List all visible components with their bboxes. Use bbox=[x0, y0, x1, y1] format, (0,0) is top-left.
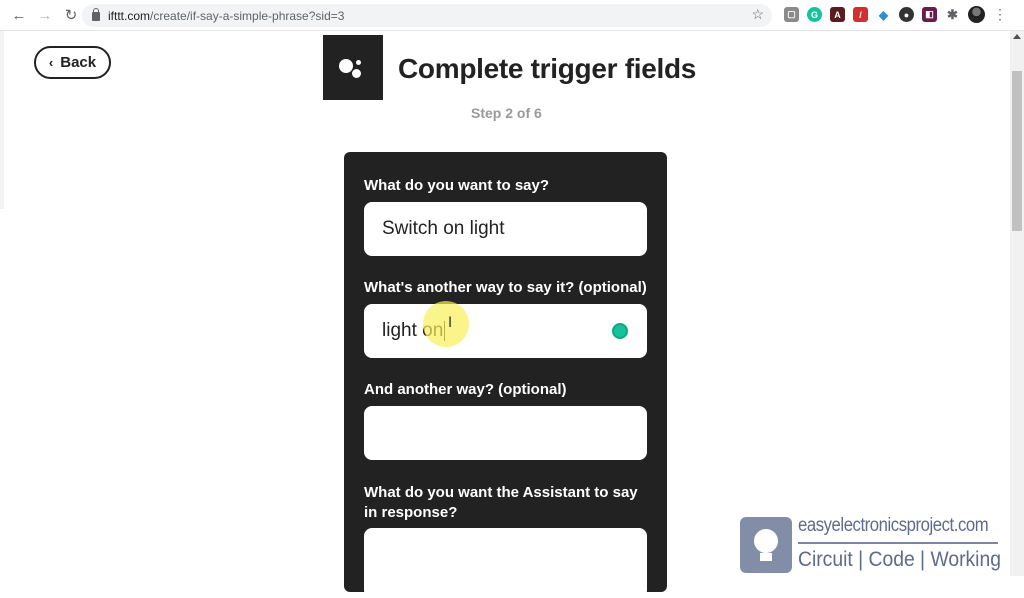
grammarly-extension-icon[interactable]: G bbox=[807, 7, 822, 22]
text-caret bbox=[444, 321, 446, 341]
google-assistant-logo bbox=[323, 35, 383, 100]
bookmark-star-icon[interactable]: ☆ bbox=[751, 6, 764, 23]
page-content: ‹ Back Complete trigger fields Step 2 of… bbox=[0, 31, 1010, 598]
phrase-input-value: Switch on light bbox=[382, 218, 505, 239]
dark-extension-icon[interactable]: ● bbox=[899, 7, 914, 22]
address-bar[interactable]: ifttt.com/create/if-say-a-simple-phrase?… bbox=[82, 4, 772, 27]
feedly-extension-icon[interactable]: ◆ bbox=[876, 7, 891, 22]
extensions-row: ▢ G A / ◆ ● ◧ ✱ ⋮ bbox=[784, 6, 1007, 23]
page-scrollbar[interactable] bbox=[1010, 31, 1024, 576]
lock-icon bbox=[92, 8, 100, 21]
alt-phrase-2-input[interactable] bbox=[364, 406, 647, 460]
text-cursor-icon: I bbox=[448, 315, 453, 331]
trigger-fields-form: What do you want to say? Switch on light… bbox=[344, 152, 667, 598]
logo-dot-medium bbox=[352, 69, 361, 78]
watermark-divider bbox=[798, 542, 998, 544]
field-label-alt-phrase: What's another way to say it? (optional) bbox=[364, 279, 647, 296]
field-label-response: What do you want the Assistant to say in… bbox=[364, 484, 638, 521]
left-edge-strip bbox=[0, 31, 4, 209]
watermark: easyelectronicsproject.com Circuit | Cod… bbox=[740, 515, 1010, 577]
back-button-label: Back bbox=[60, 54, 97, 71]
reload-icon[interactable]: ↻ bbox=[60, 4, 82, 26]
pdf-extension-icon[interactable]: / bbox=[853, 7, 868, 22]
field-label-alt-phrase-2: And another way? (optional) bbox=[364, 381, 567, 398]
logo-dot-large bbox=[339, 59, 353, 73]
browser-toolbar: ← → ↻ ifttt.com/create/if-say-a-simple-p… bbox=[0, 0, 1024, 31]
bulb-shape bbox=[754, 529, 778, 553]
url-path: /create/if-say-a-simple-phrase?sid=3 bbox=[150, 8, 345, 23]
url-host: ifttt.com bbox=[108, 8, 151, 23]
scroll-thumb[interactable] bbox=[1012, 71, 1022, 231]
purple-extension-icon[interactable]: ◧ bbox=[922, 7, 937, 22]
field-label-phrase: What do you want to say? bbox=[364, 177, 550, 194]
alt-phrase-input-value: light on bbox=[382, 320, 444, 341]
scroll-up-arrow-icon[interactable] bbox=[1013, 34, 1021, 39]
watermark-tagline: Circuit | Code | Working bbox=[798, 548, 1001, 571]
back-nav-icon[interactable]: ← bbox=[8, 4, 30, 26]
watermark-site: easyelectronicsproject.com bbox=[798, 515, 989, 536]
grammarly-icon[interactable] bbox=[612, 323, 628, 339]
acrobat-extension-icon[interactable]: A bbox=[830, 7, 845, 22]
chevron-left-icon: ‹ bbox=[48, 55, 54, 70]
step-indicator: Step 2 of 6 bbox=[471, 105, 542, 121]
alt-phrase-input[interactable]: light on bbox=[364, 304, 647, 358]
logo-dot-small bbox=[356, 60, 361, 65]
watermark-bulb-icon bbox=[740, 517, 792, 573]
response-input[interactable] bbox=[364, 528, 647, 598]
forward-nav-icon[interactable]: → bbox=[34, 4, 56, 26]
bulb-base bbox=[760, 553, 772, 561]
back-button[interactable]: ‹ Back bbox=[34, 46, 111, 79]
browser-menu-icon[interactable]: ⋮ bbox=[993, 6, 1007, 23]
puzzle-extensions-icon[interactable]: ✱ bbox=[945, 7, 960, 22]
page-title: Complete trigger fields bbox=[398, 53, 697, 84]
profile-avatar[interactable] bbox=[968, 6, 985, 23]
extension-generic-icon[interactable]: ▢ bbox=[784, 7, 799, 22]
phrase-input[interactable]: Switch on light bbox=[364, 202, 647, 256]
